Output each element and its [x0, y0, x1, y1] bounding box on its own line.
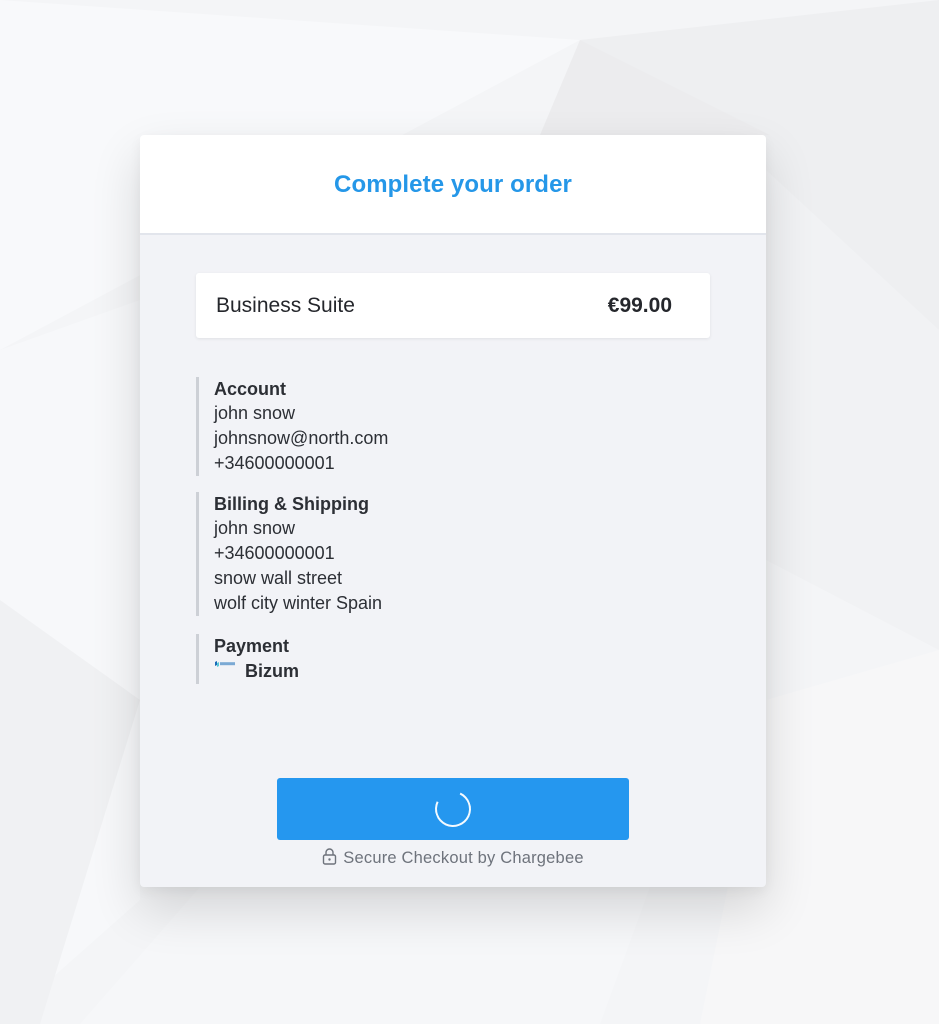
account-title: Account	[214, 379, 286, 399]
billing-city-line: wolf city winter Spain	[214, 593, 383, 613]
account-section[interactable]: Account john snow johnsnow@north.com +34…	[196, 377, 388, 476]
checkout-modal: Complete your order Business Suite €99.0…	[140, 135, 766, 887]
billing-street: snow wall street	[214, 568, 343, 588]
lock-icon	[322, 848, 337, 870]
account-email: johnsnow@north.com	[214, 428, 389, 448]
secure-checkout-text: Secure Checkout by Chargebee	[343, 848, 584, 867]
secure-checkout-note: Secure Checkout by Chargebee	[140, 847, 766, 869]
page-title: Complete your order	[334, 171, 572, 198]
payment-method-row: Bizum	[214, 658, 299, 684]
product-summary-card: Business Suite €99.00	[196, 273, 710, 338]
account-phone: +34600000001	[214, 453, 335, 473]
spinner-icon	[429, 785, 477, 833]
product-name: Business Suite	[216, 293, 355, 317]
bizum-logo-icon	[214, 660, 236, 674]
submit-order-button[interactable]	[277, 778, 629, 840]
billing-phone: +34600000001	[214, 543, 335, 563]
billing-name: john snow	[214, 518, 296, 538]
account-name: john snow	[214, 403, 296, 423]
payment-method-name: Bizum	[245, 661, 299, 681]
product-price: €99.00	[607, 293, 672, 317]
modal-header: Complete your order	[140, 135, 766, 235]
payment-section[interactable]: Payment Bizum	[196, 634, 299, 684]
payment-title: Payment	[214, 636, 290, 656]
billing-title: Billing & Shipping	[214, 494, 369, 514]
billing-shipping-section[interactable]: Billing & Shipping john snow +3460000000…	[196, 492, 382, 616]
